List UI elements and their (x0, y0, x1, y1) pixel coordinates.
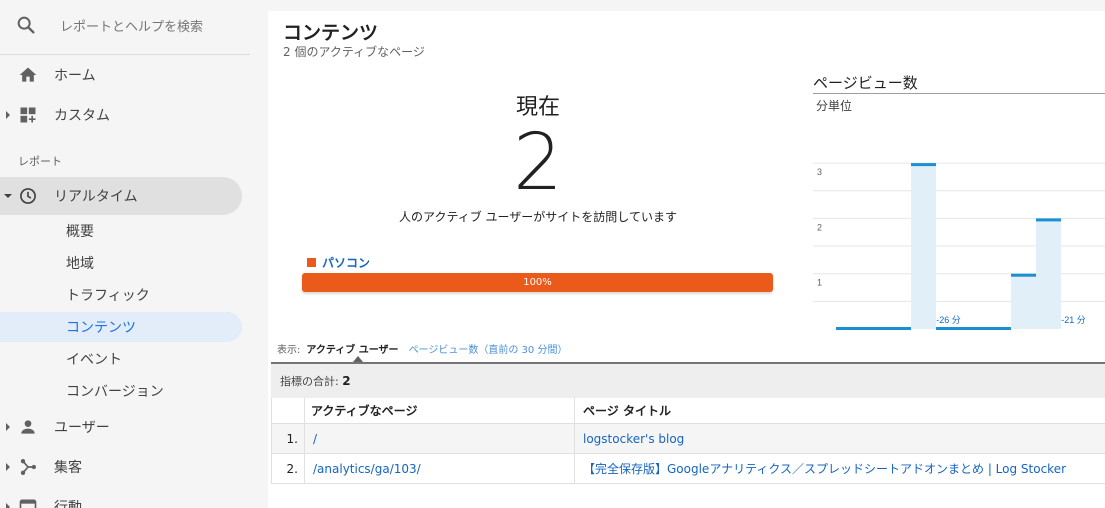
search-icon (17, 16, 35, 34)
metric-value: 2 (342, 374, 351, 388)
bar-baseline (936, 327, 961, 330)
legend-swatch (307, 258, 316, 267)
content-table: アクティブなページ ページ タイトル 1. / logstocker's blo… (271, 398, 1105, 484)
divider (813, 93, 1105, 94)
now-label: 現在 (515, 95, 560, 120)
person-icon (21, 420, 35, 434)
chevron-right-icon (6, 423, 10, 431)
search-bar[interactable]: レポートとヘルプを検索 (0, 0, 250, 55)
device-share-bar[interactable]: 100% (302, 273, 773, 292)
bar-baseline (861, 327, 886, 330)
bar (1011, 273, 1036, 329)
page-title: コンテンツ (283, 22, 379, 44)
sidebar-subitem-content[interactable]: コンテンツ (0, 312, 242, 342)
chevron-right-icon (6, 503, 10, 508)
sidebar-subitem-traffic[interactable]: トラフィック (0, 280, 242, 310)
sidebar-item-label: 集客 (54, 460, 82, 476)
bar-baseline (961, 327, 986, 330)
x-tick-label: -26 分 (936, 315, 961, 325)
view-label: 表示: (277, 345, 301, 356)
active-users-count: 2 (513, 118, 563, 208)
home-icon (19, 67, 37, 82)
clock-icon (20, 188, 36, 204)
row-number: 2. (272, 454, 305, 483)
y-tick-label: 3 (817, 167, 822, 177)
sidebar-subitem-overview[interactable]: 概要 (0, 216, 242, 246)
table-row: 1. / logstocker's blog (272, 424, 1105, 454)
sidebar-item-home[interactable]: ホーム (0, 56, 242, 94)
chevron-right-icon (6, 463, 10, 471)
chevron-right-icon (6, 111, 10, 119)
section-label-reports: レポート (18, 155, 62, 168)
bar (1036, 218, 1061, 329)
chevron-down-icon (4, 194, 12, 198)
behavior-icon (19, 499, 37, 508)
tab-active-users[interactable]: アクティブ ユーザー (306, 341, 398, 356)
sidebar-item-label: リアルタイム (54, 189, 138, 205)
x-tick-label: -21 分 (1061, 315, 1086, 325)
table-row: 2. /analytics/ga/103/ 【完全保存版】Googleアナリティ… (272, 454, 1105, 484)
pageviews-unit: 分単位 (816, 99, 853, 113)
sidebar-subitem-events[interactable]: イベント (0, 344, 242, 374)
view-selector: 表示: アクティブ ユーザー ページビュー数（直前の 30 分間） (277, 341, 567, 356)
column-header-active-page[interactable]: アクティブなページ (305, 398, 575, 423)
sidebar-item-label: カスタム (54, 108, 110, 124)
sidebar-item-realtime[interactable]: リアルタイム (0, 177, 242, 215)
bar-cap (1011, 273, 1036, 277)
sidebar-item-behavior[interactable]: 行動 (0, 488, 242, 508)
bar-baseline (886, 327, 911, 330)
main-panel: コンテンツ 2 個のアクティブなページ 現在 2 人のアクティブ ユーザーがサイ… (268, 11, 1105, 508)
sidebar-item-acquisition[interactable]: 集客 (0, 448, 242, 486)
pageviews-chart: 1 2 3 -26 分 -21 分 (813, 162, 1105, 330)
legend-label: パソコン (322, 256, 371, 270)
sidebar-subitem-locations[interactable]: 地域 (0, 248, 242, 278)
sidebar-item-custom[interactable]: カスタム (0, 96, 242, 134)
column-header-page-title[interactable]: ページ タイトル (575, 398, 1105, 423)
row-number: 1. (272, 424, 305, 453)
page-title-link[interactable]: logstocker's blog (575, 424, 1105, 453)
sidebar-item-label: ユーザー (54, 420, 110, 436)
bar-cap (1036, 218, 1061, 222)
sidebar-item-label: 行動 (54, 500, 82, 508)
active-users-description: 人のアクティブ ユーザーがサイトを訪問しています (399, 210, 677, 224)
tab-pageviews[interactable]: ページビュー数（直前の 30 分間） (409, 341, 568, 356)
bar (911, 163, 936, 329)
y-tick-label: 1 (817, 278, 822, 288)
sidebar-item-label: ホーム (54, 68, 96, 84)
pageviews-title: ページビュー数 (813, 74, 918, 92)
search-input[interactable]: レポートとヘルプを検索 (60, 16, 203, 35)
page-title-link[interactable]: 【完全保存版】Googleアナリティクス／スプレッドシートアドオンまとめ | L… (575, 454, 1105, 483)
sidebar-item-users[interactable]: ユーザー (0, 408, 242, 446)
sidebar: レポートとヘルプを検索 ホーム カスタム レポート リアルタイム 概要 地域 ト… (0, 0, 252, 508)
metric-label: 指標の合計: (280, 375, 339, 388)
y-tick-label: 2 (817, 222, 822, 232)
page-path-link[interactable]: /analytics/ga/103/ (305, 454, 575, 483)
dashboard-icon (20, 107, 36, 123)
metric-total: 指標の合計: 2 (271, 362, 1105, 398)
table-header: アクティブなページ ページ タイトル (272, 398, 1105, 424)
device-legend: パソコン (307, 254, 370, 271)
page-subtitle: 2 個のアクティブなページ (283, 45, 425, 59)
bar-baseline (986, 327, 1011, 330)
acquisition-icon (20, 459, 36, 475)
bar-baseline (836, 327, 861, 330)
page-path-link[interactable]: / (305, 424, 575, 453)
sidebar-subitem-conversions[interactable]: コンバージョン (0, 376, 242, 406)
bar-cap (911, 163, 936, 167)
